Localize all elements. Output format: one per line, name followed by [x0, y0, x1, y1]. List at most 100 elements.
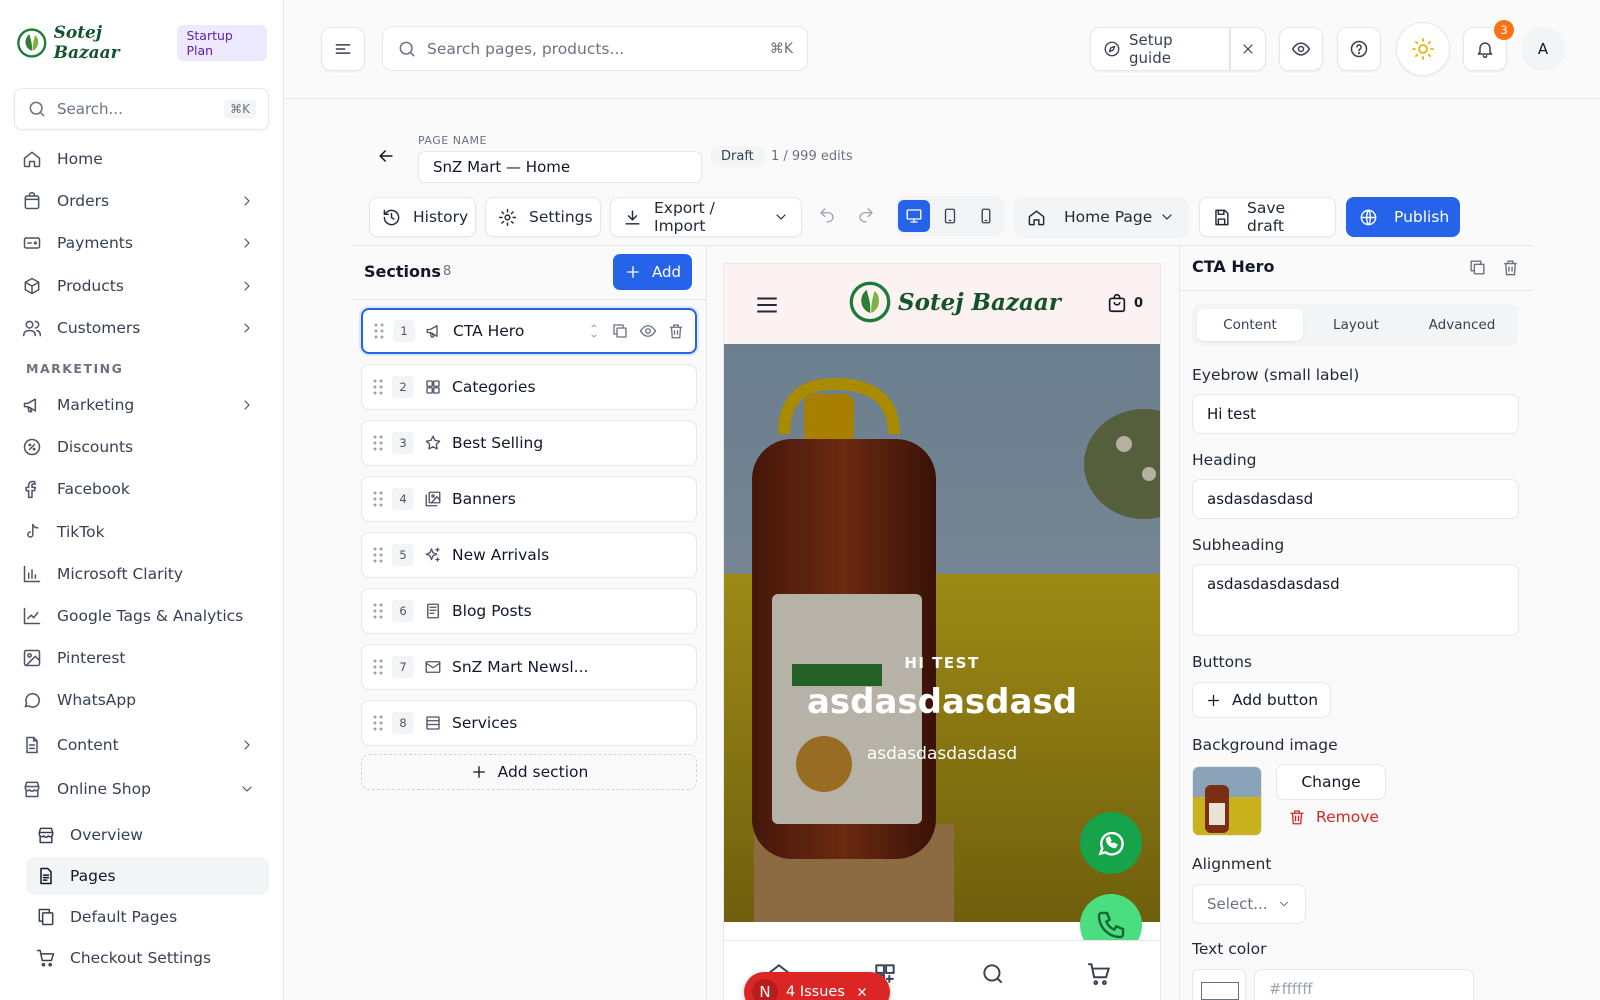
hero-eyebrow[interactable]: HI TEST [724, 654, 1160, 672]
alignment-select[interactable]: Select... [1192, 884, 1306, 924]
change-image-button[interactable]: Change [1276, 764, 1386, 800]
tab-advanced[interactable]: Advanced [1409, 309, 1515, 341]
eye-icon[interactable] [639, 322, 657, 340]
mobile-view-button[interactable] [970, 200, 1002, 232]
nav-subitem-overview[interactable]: Overview [26, 816, 269, 854]
desktop-view-button[interactable] [898, 200, 930, 232]
save-draft-button[interactable]: Save draft [1199, 197, 1336, 237]
add-section-dashed-button[interactable]: Add section [361, 754, 697, 790]
nav-item-content[interactable]: Content [0, 723, 283, 765]
undo-button[interactable] [818, 206, 836, 224]
bottom-cart-icon[interactable] [1086, 961, 1112, 987]
global-search-input[interactable]: Search pages, products... ⌘K [382, 26, 808, 71]
nav-item-google-tags[interactable]: Google Tags & Analytics [0, 595, 283, 637]
settings-button[interactable]: Settings [485, 197, 601, 237]
help-button[interactable] [1337, 27, 1381, 71]
background-image-thumbnail[interactable] [1192, 766, 1262, 836]
nav-subitem-checkout-settings[interactable]: Checkout Settings [26, 939, 269, 977]
duplicate-icon[interactable] [611, 322, 629, 340]
subheading-label: Subheading [1192, 536, 1285, 554]
section-row-best-selling[interactable]: 3 Best Selling [361, 420, 697, 466]
drag-handle-icon[interactable] [372, 377, 384, 397]
drag-handle-icon[interactable] [372, 489, 384, 509]
notifications-button[interactable]: 3 [1463, 20, 1514, 71]
remove-image-button[interactable]: Remove [1288, 808, 1379, 826]
nav-subitem-default-pages[interactable]: Default Pages [26, 898, 269, 936]
nav-subitem-pages[interactable]: Pages [26, 856, 269, 895]
drag-handle-icon[interactable] [372, 713, 384, 733]
drag-handle-icon[interactable] [373, 321, 385, 341]
text-color-input[interactable]: #ffffff [1254, 969, 1474, 1000]
nav-item-microsoft-clarity[interactable]: Microsoft Clarity [0, 553, 283, 595]
nav-label: Marketing [57, 396, 135, 415]
tiktok-icon [22, 522, 44, 542]
preview-menu-icon[interactable] [754, 292, 780, 318]
nav-item-home[interactable]: Home [0, 138, 283, 180]
subheading-textarea[interactable]: asdasdasdasdasd [1192, 564, 1519, 636]
preview-cart[interactable]: 0 [1106, 292, 1143, 314]
duplicate-icon[interactable] [1468, 258, 1487, 277]
nav-item-orders[interactable]: Orders [0, 180, 283, 222]
nav-item-facebook[interactable]: Facebook [0, 468, 283, 510]
nav-item-discounts[interactable]: Discounts [0, 426, 283, 468]
dismiss-setup-guide-button[interactable] [1230, 27, 1266, 71]
heading-input[interactable]: asdasdasdasd [1192, 479, 1519, 519]
drag-handle-icon[interactable] [372, 657, 384, 677]
preview-logo[interactable]: Sotej Bazaar [848, 280, 1061, 324]
nav-item-customers[interactable]: Customers [0, 307, 283, 349]
nav-label: Products [57, 276, 124, 295]
nav-item-payments[interactable]: Payments [0, 222, 283, 264]
nav-item-marketing[interactable]: Marketing [0, 384, 283, 426]
text-color-label: Text color [1192, 940, 1267, 958]
hero-heading[interactable]: asdasdasdasd [724, 682, 1160, 722]
page-select-dropdown[interactable]: Home Page [1014, 197, 1188, 237]
eyebrow-input[interactable]: Hi test [1192, 394, 1519, 434]
sidebar-search[interactable]: Search... ⌘K [14, 88, 269, 130]
section-row-categories[interactable]: 2 Categories [361, 364, 697, 410]
page-name-input[interactable]: SnZ Mart — Home [418, 151, 702, 183]
trash-icon[interactable] [667, 322, 685, 340]
drag-handle-icon[interactable] [372, 601, 384, 621]
nav-item-pinterest[interactable]: Pinterest [0, 637, 283, 679]
nav-item-products[interactable]: Products [0, 265, 283, 307]
drag-handle-icon[interactable] [372, 545, 384, 565]
nav-item-whatsapp[interactable]: WhatsApp [0, 679, 283, 721]
redo-button[interactable] [857, 206, 875, 224]
text-color-swatch[interactable] [1192, 969, 1246, 1000]
nav-item-tiktok[interactable]: TikTok [0, 511, 283, 553]
add-button-button[interactable]: Add button [1192, 682, 1332, 718]
back-button[interactable] [376, 146, 396, 166]
history-button[interactable]: History [369, 197, 476, 237]
export-import-dropdown[interactable]: Export / Import [610, 197, 802, 237]
issues-toast[interactable]: N 4 Issues [744, 972, 890, 1000]
tab-content[interactable]: Content [1197, 309, 1303, 341]
add-section-button[interactable]: Add [613, 254, 692, 290]
theme-toggle-button[interactable] [1396, 22, 1450, 76]
nav-label: Content [57, 735, 119, 754]
section-row-banners[interactable]: 4 Banners [361, 476, 697, 522]
reorder-arrows-icon[interactable] [587, 319, 601, 343]
publish-button[interactable]: Publish [1346, 197, 1460, 237]
bottom-search-icon[interactable] [980, 961, 1006, 987]
setup-guide-button[interactable]: Setup guide [1090, 27, 1230, 71]
preview-store-button[interactable] [1279, 27, 1323, 71]
leaf-logo-icon [17, 28, 47, 58]
tablet-view-button[interactable] [934, 200, 966, 232]
nav-item-online-shop[interactable]: Online Shop [0, 768, 283, 810]
whatsapp-float-button[interactable] [1080, 812, 1142, 874]
section-row-cta-hero[interactable]: 1 CTA Hero [361, 308, 697, 354]
drag-handle-icon[interactable] [372, 433, 384, 453]
toggle-sidebar-button[interactable] [321, 27, 365, 71]
home-icon [22, 149, 44, 169]
tab-layout[interactable]: Layout [1303, 309, 1409, 341]
avatar[interactable]: A [1521, 27, 1565, 71]
section-row-services[interactable]: 8 Services [361, 700, 697, 746]
section-row-blog-posts[interactable]: 6 Blog Posts [361, 588, 697, 634]
hero-subheading[interactable]: asdasdasdasdasd [724, 744, 1160, 764]
section-row-new-arrivals[interactable]: 5 New Arrivals [361, 532, 697, 578]
plan-badge: Startup Plan [177, 25, 267, 61]
trash-icon[interactable] [1501, 258, 1520, 277]
section-row-newsletter[interactable]: 7 SnZ Mart Newsl... [361, 644, 697, 690]
section-label: Banners [452, 490, 516, 508]
close-icon[interactable] [855, 985, 869, 999]
